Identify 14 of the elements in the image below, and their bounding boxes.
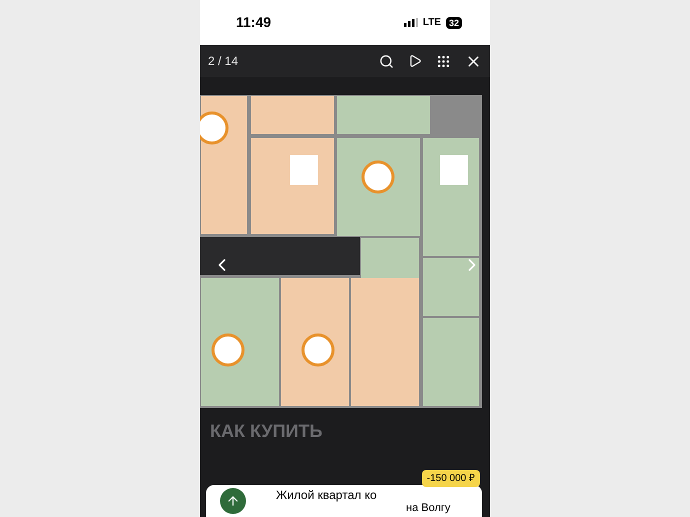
discount-badge: -150 000 ₽ xyxy=(422,470,480,487)
promo-title: Жилой квартал ко xyxy=(276,488,378,502)
battery-level: 32 xyxy=(446,16,462,28)
promo-banner[interactable]: Жилой квартал ко на Волгу xyxy=(206,485,482,517)
search-button[interactable] xyxy=(379,54,394,68)
status-time: 11:49 xyxy=(236,13,272,32)
arrow-up-icon xyxy=(220,488,246,514)
signal-icon xyxy=(404,18,418,27)
network-label: LTE xyxy=(422,16,441,30)
section-heading: КАК КУПИТЬ xyxy=(210,421,322,441)
grid-button[interactable] xyxy=(436,54,451,68)
image-counter: 2 / 14 xyxy=(208,53,238,70)
promo-subtitle: на Волгу xyxy=(406,502,450,515)
slideshow-play-button[interactable] xyxy=(408,54,422,68)
